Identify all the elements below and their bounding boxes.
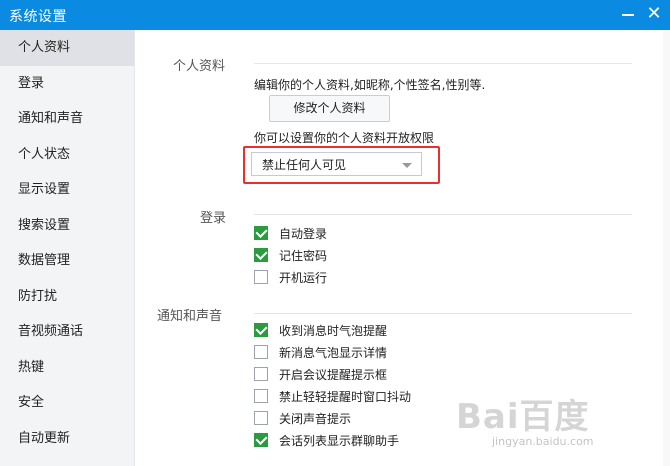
sidebar-item-label: 个人状态 [18, 147, 71, 162]
check-icon [255, 247, 268, 261]
close-icon: ✕ [646, 3, 662, 24]
sidebar-item-label: 防打扰 [18, 289, 58, 304]
sidebar-item-av-call[interactable]: 音视频通话 [0, 314, 134, 350]
window-title: 系统设置 [9, 9, 67, 25]
checkbox[interactable] [254, 411, 268, 425]
section-divider [254, 214, 632, 215]
sidebar-item-label: 个人资料 [18, 40, 71, 55]
checkbox[interactable] [254, 367, 268, 381]
checkbox-label: 新消息气泡显示详情 [279, 346, 388, 360]
section-divider [254, 313, 632, 314]
sidebar-item-label: 数据管理 [18, 253, 71, 268]
checkbox-label: 开机运行 [279, 271, 328, 285]
edit-profile-button[interactable]: 修改个人资料 [269, 95, 390, 122]
checkbox[interactable] [254, 247, 268, 262]
watermark-logo: Bai百度 [456, 397, 590, 437]
sidebar-item-status[interactable]: 个人状态 [0, 137, 134, 173]
checkbox-label: 记住密码 [279, 249, 328, 263]
sidebar-item-label: 登录 [18, 76, 45, 91]
sidebar-item-login[interactable]: 登录 [0, 66, 134, 102]
sidebar-item-search[interactable]: 搜索设置 [0, 208, 134, 244]
sidebar-item-security[interactable]: 安全 [0, 385, 134, 421]
profile-description: 编辑你的个人资料,如昵称,个性签名,性别等. [254, 78, 486, 92]
sidebar-item-label: 搜索设置 [18, 218, 71, 233]
checkbox-label: 禁止轻轻提醒时窗口抖动 [279, 390, 412, 404]
watermark-url: jingyan.baidu.com [492, 435, 594, 448]
sidebar-item-dnd[interactable]: 防打扰 [0, 279, 134, 315]
checkbox[interactable] [254, 270, 268, 284]
sidebar-item-label: 安全 [18, 395, 45, 410]
checkbox[interactable] [254, 225, 268, 240]
sidebar-item-label: 音视频通话 [18, 324, 84, 339]
section-title-login: 登录 [200, 211, 227, 226]
close-button[interactable]: ✕ [643, 4, 665, 26]
permission-text: 你可以设置你的个人资料开放权限 [254, 131, 435, 145]
sidebar-item-data[interactable]: 数据管理 [0, 243, 134, 279]
sidebar-item-auto-update[interactable]: 自动更新 [0, 421, 134, 457]
sidebar-item-profile[interactable]: 个人资料 [0, 30, 134, 66]
scrollbar[interactable] [663, 30, 670, 466]
checkbox-label: 开启会议提醒提示框 [279, 368, 388, 382]
sidebar-item-label: 通知和声音 [18, 111, 84, 126]
watermark: Bai百度 jingyan.baidu.com [456, 389, 661, 459]
sidebar-item-notify-sound[interactable]: 通知和声音 [0, 101, 134, 137]
checkbox-label: 关闭声音提示 [279, 412, 352, 426]
sidebar: 个人资料 登录 通知和声音 个人状态 显示设置 搜索设置 数据管理 防打扰 音视… [0, 30, 135, 466]
sidebar-item-label: 自动更新 [18, 431, 71, 446]
section-divider [254, 63, 632, 64]
section-title-notify: 通知和声音 [157, 309, 223, 324]
check-icon [255, 322, 268, 336]
sidebar-item-hotkey[interactable]: 热键 [0, 350, 134, 386]
minimize-button[interactable] [617, 4, 639, 26]
checkbox[interactable] [254, 345, 268, 359]
checkbox-label: 自动登录 [279, 227, 328, 241]
checkbox-label: 收到消息时气泡提醒 [279, 324, 388, 338]
checkbox[interactable] [254, 389, 268, 403]
sidebar-item-label: 热键 [18, 360, 45, 375]
chevron-down-icon [402, 163, 412, 168]
checkbox[interactable] [254, 322, 268, 337]
sidebar-item-display[interactable]: 显示设置 [0, 172, 134, 208]
sidebar-item-label: 显示设置 [18, 182, 71, 197]
title-bar: 系统设置 ✕ [0, 0, 670, 30]
section-title-profile: 个人资料 [173, 59, 226, 74]
profile-permission-select[interactable]: 禁止任何人可见 [251, 152, 422, 176]
check-icon [255, 432, 268, 446]
checkbox[interactable] [254, 432, 268, 447]
check-icon [255, 225, 268, 239]
minimize-icon [622, 14, 634, 16]
checkbox-label: 会话列表显示群聊助手 [279, 434, 400, 448]
select-value: 禁止任何人可见 [262, 158, 347, 172]
